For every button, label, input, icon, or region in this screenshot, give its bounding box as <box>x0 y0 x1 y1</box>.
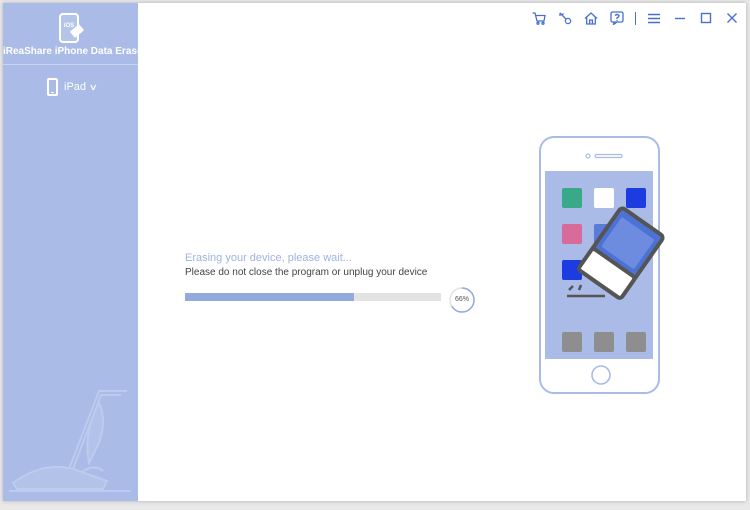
chevron-down-icon[interactable]: ∨ <box>89 82 98 93</box>
app-title: iReaShare iPhone Data Eraser <box>3 46 138 57</box>
device-name: iPad <box>64 81 87 93</box>
sidebar: iOS iReaShare iPhone Data Eraser iPad ∨ <box>3 3 138 501</box>
progress-bar-fill <box>185 293 354 301</box>
sidebar-divider <box>3 64 138 65</box>
maximize-icon[interactable] <box>698 10 714 26</box>
app-window: iOS iReaShare iPhone Data Eraser iPad ∨ <box>3 3 746 501</box>
dock-app-icon <box>626 332 646 352</box>
phone-icon <box>47 78 58 96</box>
progress-bar <box>185 293 441 301</box>
home-icon[interactable] <box>583 10 599 26</box>
app-icon <box>594 188 614 208</box>
cart-icon[interactable] <box>531 10 547 26</box>
erasing-status-title: Erasing your device, please wait... <box>185 252 352 264</box>
app-icon <box>562 224 582 244</box>
minimize-icon[interactable] <box>672 10 688 26</box>
titlebar <box>531 9 740 27</box>
help-icon[interactable] <box>609 10 625 26</box>
erasing-warning-note: Please do not close the program or unplu… <box>185 267 428 278</box>
app-logo: iOS iReaShare iPhone Data Eraser <box>3 3 138 65</box>
app-icon <box>562 188 582 208</box>
device-selector[interactable]: iPad ∨ <box>47 77 98 97</box>
key-icon[interactable] <box>557 10 573 26</box>
phone-eraser-illustration <box>539 136 665 394</box>
dock-app-icon <box>562 332 582 352</box>
vacuum-decoration-icon <box>9 390 131 492</box>
menu-icon[interactable] <box>646 10 662 26</box>
progress-percent: 66% <box>454 296 469 303</box>
close-icon[interactable] <box>724 10 740 26</box>
titlebar-separator <box>635 11 636 25</box>
dock-app-icon <box>594 332 614 352</box>
app-icon <box>626 188 646 208</box>
